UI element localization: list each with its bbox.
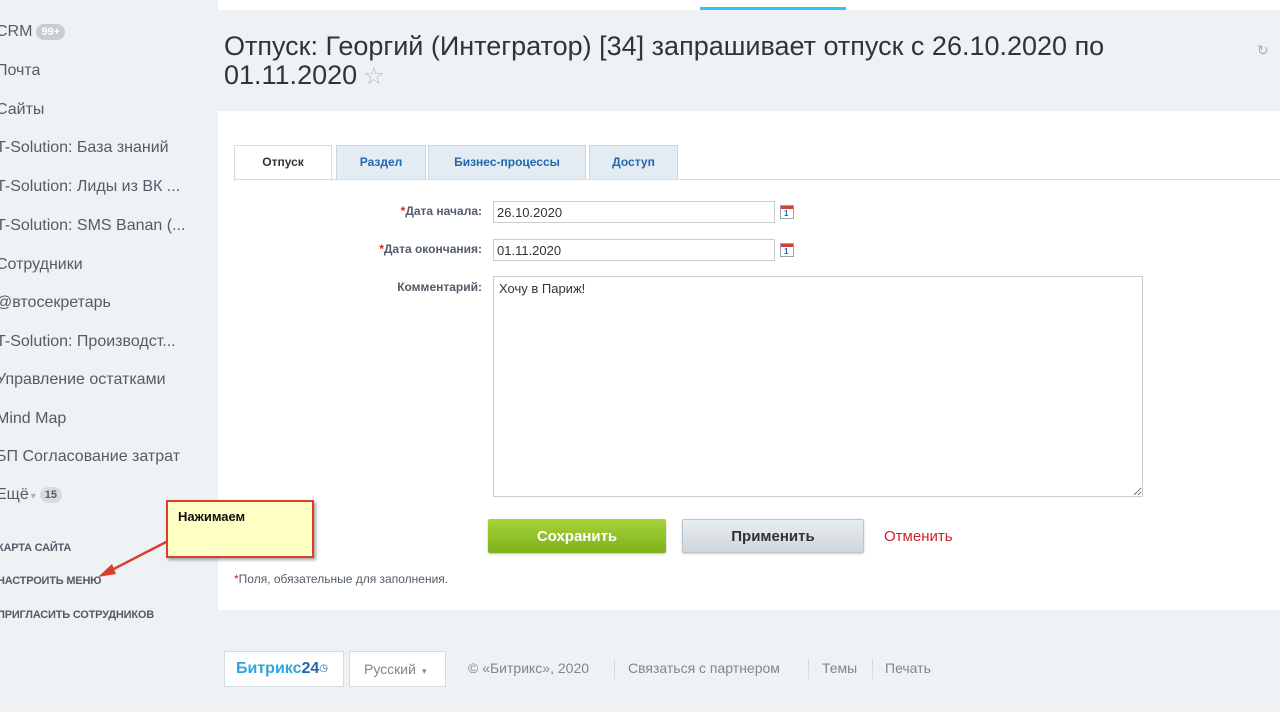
menu-item-label: @втосекретарь: [0, 294, 111, 311]
clock-icon: ◷: [319, 663, 329, 674]
tab-access[interactable]: Доступ: [589, 145, 678, 179]
menu-item-production[interactable]: T-Solution: Производст...: [0, 329, 176, 355]
menu-item-stock[interactable]: Управление остатками: [0, 367, 166, 393]
end-date-input[interactable]: [493, 239, 775, 261]
menu-item-label: CRM: [0, 23, 33, 40]
page-title: Отпуск: Георгий (Интегратор) [34] запраш…: [224, 32, 1234, 91]
tab-label: Бизнес-процессы: [454, 155, 560, 169]
star-icon[interactable]: ☆: [363, 63, 385, 90]
callout-text: Нажимаем: [178, 509, 246, 524]
active-top-tab-indicator: [700, 7, 846, 10]
menu-item-employees[interactable]: Сотрудники: [0, 252, 83, 278]
print-link[interactable]: Печать: [885, 660, 931, 676]
menu-item-label: Почта: [0, 62, 41, 79]
menu-item-sms-banan[interactable]: T-Solution: SMS Banan (...: [0, 213, 185, 239]
themes-link[interactable]: Темы: [822, 660, 857, 676]
invite-employees-link[interactable]: Пригласить сотрудников: [0, 609, 154, 621]
menu-item-autosecretary[interactable]: @втосекретарь: [0, 290, 111, 316]
menu-item-mind-map[interactable]: Mind Map: [0, 406, 66, 432]
start-date-label: *Дата начала:: [401, 204, 482, 218]
start-date-input[interactable]: [493, 201, 775, 223]
calendar-icon[interactable]: 1: [780, 243, 794, 257]
footer-divider: [872, 659, 873, 679]
footer-divider: [808, 659, 809, 679]
bitrix24-logo[interactable]: Битрикс24◷: [224, 651, 344, 687]
tab-section[interactable]: Раздел: [336, 145, 426, 179]
tab-business-processes[interactable]: Бизнес-процессы: [428, 145, 586, 179]
start-date-label-text: Дата начала:: [405, 204, 482, 218]
end-date-label-text: Дата окончания:: [383, 242, 482, 256]
menu-item-crm[interactable]: CRM99+: [0, 19, 66, 45]
chevron-down-icon: ▾: [421, 666, 427, 676]
menu-item-knowledge-base[interactable]: T-Solution: База знаний: [0, 135, 169, 161]
comment-textarea[interactable]: Хочу в Париж!: [493, 276, 1143, 497]
menu-item-label: ⋯ ⋯: [0, 0, 32, 7]
language-select[interactable]: Русский ▾: [349, 651, 446, 687]
comment-label: Комментарий:: [397, 280, 482, 294]
logo-number: 24: [301, 660, 320, 677]
menu-item-mail[interactable]: Почта: [0, 58, 40, 84]
apply-button[interactable]: Применить: [682, 519, 864, 553]
menu-item-sites[interactable]: Сайты: [0, 97, 44, 123]
save-button[interactable]: Сохранить: [488, 519, 666, 553]
refresh-icon[interactable]: ↻: [1257, 42, 1269, 59]
chevron-down-icon: ▾: [30, 491, 36, 502]
menu-item-vk-leads[interactable]: T-Solution: Лиды из ВК ...: [0, 174, 180, 200]
required-note-text: Поля, обязательные для заполнения.: [238, 572, 449, 586]
menu-item-partial[interactable]: ⋯ ⋯: [0, 0, 32, 12]
calendar-day: 1: [784, 247, 789, 256]
left-menu: ⋯ ⋯ CRM99+ Почта Сайты T-Solution: База …: [0, 0, 218, 712]
configure-menu-link[interactable]: Настроить меню: [0, 575, 102, 587]
tab-label: Раздел: [359, 155, 403, 169]
required-fields-note: *Поля, обязательные для заполнения.: [234, 572, 448, 586]
copyright-text: © «Битрикс», 2020: [468, 660, 590, 676]
menu-item-label: Ещё: [0, 486, 29, 503]
calendar-day: 1: [784, 209, 789, 218]
menu-item-label: T-Solution: База знаний: [0, 139, 169, 156]
menu-item-label: Сотрудники: [0, 256, 83, 273]
sitemap-link[interactable]: Карта сайта: [0, 542, 71, 554]
page-title-text: Отпуск: Георгий (Интегратор) [34] запраш…: [224, 31, 1105, 90]
menu-item-expense-approval[interactable]: БП Согласование затрат: [0, 444, 180, 470]
menu-item-more[interactable]: Ещё▾15: [0, 482, 63, 508]
contact-partner-link[interactable]: Связаться с партнером: [628, 660, 780, 676]
menu-item-label: T-Solution: Лиды из ВК ...: [0, 178, 181, 195]
footer-divider: [614, 659, 615, 679]
form-panel: Отпуск Раздел Бизнес-процессы Доступ *Да…: [218, 111, 1280, 610]
annotation-callout: Нажимаем: [166, 500, 314, 558]
cancel-link[interactable]: Отменить: [884, 528, 953, 545]
menu-item-label: T-Solution: SMS Banan (...: [0, 217, 186, 234]
tab-label: Доступ: [612, 155, 655, 169]
menu-item-label: Сайты: [0, 101, 45, 118]
tab-vacation[interactable]: Отпуск: [234, 145, 332, 181]
logo-text: Битрикс: [236, 660, 302, 677]
menu-item-label: БП Согласование затрат: [0, 448, 181, 465]
calendar-icon[interactable]: 1: [780, 205, 794, 219]
end-date-label: *Дата окончания:: [379, 242, 482, 256]
footer: Битрикс24◷ Русский ▾ © «Битрикс», 2020 Св…: [224, 651, 1274, 689]
menu-item-label: Mind Map: [0, 410, 67, 427]
menu-item-label: Управление остатками: [0, 371, 166, 388]
tabs-divider: [234, 179, 1280, 180]
menu-item-label: T-Solution: Производст...: [0, 333, 176, 350]
more-counter-badge: 15: [39, 486, 63, 503]
language-value: Русский: [364, 661, 416, 677]
tab-label: Отпуск: [262, 155, 304, 169]
crm-counter-badge: 99+: [36, 23, 66, 40]
